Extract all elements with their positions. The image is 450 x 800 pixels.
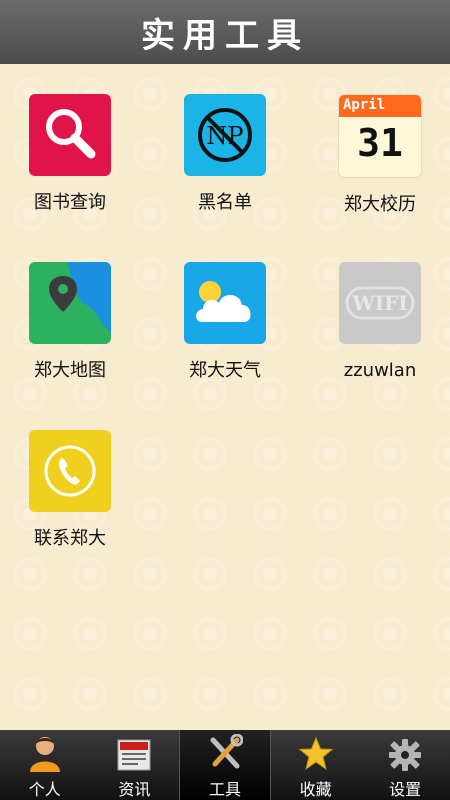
gear-icon: [360, 730, 450, 772]
tab-news[interactable]: 资讯: [90, 730, 180, 800]
person-icon: [0, 730, 90, 772]
tool-book-search[interactable]: 图书查询: [10, 94, 130, 214]
tool-label: zzuwlan: [343, 360, 417, 381]
tools-grid: 图书查询 NP 黑名单 April 31 郑大校历 郑大: [0, 64, 450, 730]
phone-icon: [29, 430, 111, 512]
no-parking-icon: NP: [184, 94, 266, 176]
tool-label: 郑大校历: [344, 194, 416, 215]
tab-label: 收藏: [299, 780, 332, 799]
tab-personal[interactable]: 个人: [0, 730, 90, 800]
weather-icon: [184, 262, 266, 344]
calendar-day: 31: [357, 121, 403, 165]
wifi-icon-text: WIFI: [351, 291, 407, 315]
calendar-month: April: [343, 97, 386, 113]
bottom-tab-bar: 个人 资讯 工具 收藏 设置: [0, 730, 450, 800]
news-icon: [90, 730, 180, 772]
calendar-icon: April 31: [338, 94, 422, 178]
page-title: 实用工具: [141, 15, 309, 56]
tool-weather[interactable]: 郑大天气: [165, 262, 285, 382]
tab-label: 工具: [208, 780, 241, 799]
tool-calendar[interactable]: April 31 郑大校历: [320, 94, 440, 216]
tab-tools[interactable]: 工具: [179, 730, 271, 800]
tab-label: 个人: [28, 780, 61, 799]
wifi-icon: WIFI: [339, 262, 421, 344]
tool-map[interactable]: 郑大地图: [10, 262, 130, 382]
tools-icon: [180, 730, 270, 772]
tool-label: 图书查询: [34, 192, 106, 213]
tab-favorites[interactable]: 收藏: [271, 730, 361, 800]
tool-label: 黑名单: [198, 192, 252, 213]
title-bar: 实用工具: [0, 0, 450, 65]
tab-settings[interactable]: 设置: [360, 730, 450, 800]
tool-label: 联系郑大: [34, 528, 106, 549]
tool-label: 郑大地图: [34, 360, 106, 381]
star-icon: [271, 730, 361, 772]
map-pin-icon: [29, 262, 111, 344]
tool-contact[interactable]: 联系郑大: [10, 430, 130, 550]
search-icon: [29, 94, 111, 176]
tool-blacklist[interactable]: NP 黑名单: [165, 94, 285, 214]
tool-zzuwlan[interactable]: WIFI zzuwlan: [320, 262, 440, 382]
tab-label: 资讯: [118, 780, 151, 799]
tool-label: 郑大天气: [189, 360, 261, 381]
tab-label: 设置: [389, 780, 422, 799]
